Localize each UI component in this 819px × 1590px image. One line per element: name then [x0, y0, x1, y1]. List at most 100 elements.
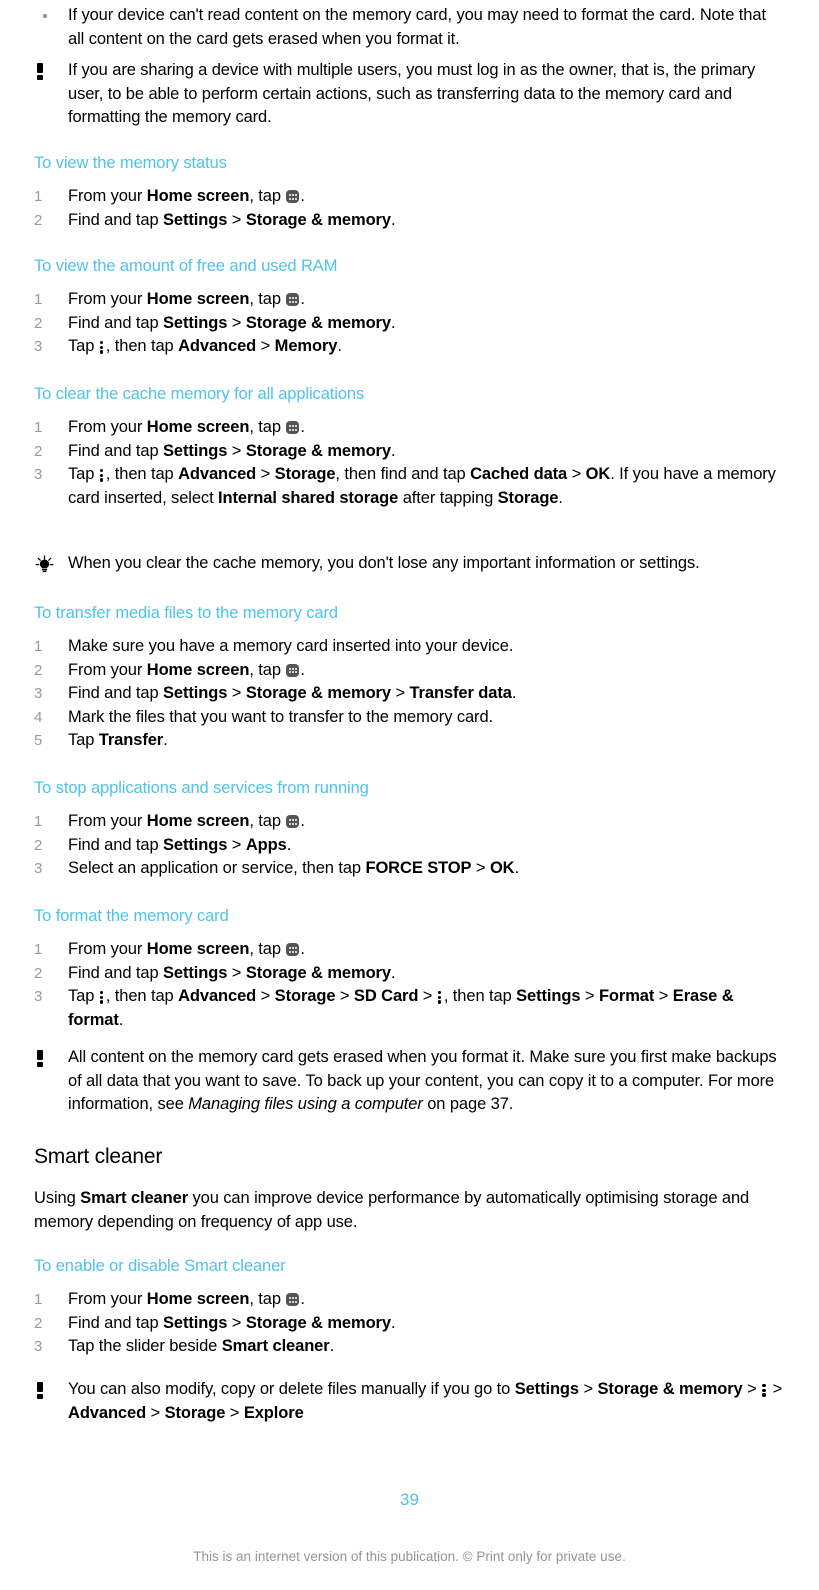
step-text: From your Home screen, tap . [68, 812, 305, 830]
emphasis-label: Apps [245, 835, 287, 854]
task-view-memory-status: To view the memory status 1 From your Hom… [34, 152, 785, 232]
list-item: 3 Tap , then tap Advanced > Memory. [34, 335, 785, 359]
step-number: 2 [34, 661, 43, 679]
app-drawer-icon [286, 1293, 300, 1306]
steps-list: 1 From your Home screen, tap . 2 Find and t… [34, 416, 785, 510]
emphasis-label: Settings [516, 987, 581, 1005]
step-number: 5 [34, 732, 43, 749]
emphasis-label: Storage & memory [245, 210, 391, 229]
emphasis-label: Settings [163, 313, 228, 332]
emphasis-label: Storage [274, 987, 336, 1005]
emphasis-label: Advanced [68, 1403, 147, 1422]
list-item: 1 From your Home screen, tap . [34, 810, 785, 834]
list-item: 1 From your Home screen, tap . [34, 288, 785, 312]
emphasis-label: Home screen [146, 660, 250, 679]
emphasis-label: Settings [163, 835, 228, 854]
emphasis-label: Explore [243, 1403, 304, 1422]
step-number: 3 [34, 988, 43, 1005]
emphasis-label: Format [598, 987, 655, 1005]
note-multiple-users-text: If you are sharing a device with multipl… [68, 61, 756, 126]
list-item: 2 Find and tap Settings > Storage & memor… [34, 1312, 785, 1336]
list-item: 3 Tap , then tap Advanced > Storage, then… [34, 463, 785, 510]
steps-list: 1 From your Home screen, tap . 2 Find and t… [34, 288, 785, 359]
step-text: Tap Transfer. [68, 731, 168, 749]
task-toggle-smart-cleaner: To enable or disable Smart cleaner 1 From… [34, 1255, 785, 1359]
overflow-menu-icon [99, 990, 104, 1004]
step-number: 1 [34, 419, 43, 436]
steps-list: 1 From your Home screen, tap . 2 Find and t… [34, 185, 785, 232]
step-text: Tap the slider beside Smart cleaner. [68, 1337, 335, 1355]
emphasis-label: Storage & memory [245, 684, 391, 702]
emphasis-label: Storage & memory [245, 313, 391, 332]
exclamation-note-icon [34, 1046, 62, 1075]
step-text: From your Home screen, tap . [68, 418, 305, 436]
step-number: 2 [34, 964, 43, 982]
emphasis-label: Advanced [178, 337, 257, 355]
step-number: 2 [34, 836, 43, 854]
emphasis-label: Cached data [470, 465, 568, 483]
emphasis-label: Settings [163, 441, 228, 460]
step-text: Select an application or service, then t… [68, 859, 519, 877]
emphasis-label: Storage & memory [245, 441, 391, 460]
emphasis-label: Settings [163, 963, 228, 982]
task-stop-applications: To stop applications and services from r… [34, 777, 785, 881]
step-number: 1 [34, 188, 43, 205]
lightbulb-tip-icon [34, 552, 62, 574]
step-text: Find and tap Settings > Storage & memory… [68, 684, 517, 702]
task-title: To view the memory status [34, 154, 227, 172]
list-item: 2 From your Home screen, tap . [34, 659, 785, 683]
list-item: 2 Find and tap Settings > Storage & memor… [34, 209, 785, 233]
step-text: Find and tap Settings > Storage & memory… [68, 963, 396, 982]
task-title: To transfer media files to the memory ca… [34, 604, 338, 622]
app-drawer-icon [286, 943, 300, 956]
emphasis-label: SD Card [353, 987, 419, 1005]
step-text: Find and tap Settings > Apps. [68, 835, 292, 854]
note-manual-files-text: You can also modify, copy or delete file… [68, 1380, 783, 1422]
smart-cleaner-description: Using Smart cleaner you can improve devi… [34, 1189, 750, 1231]
emphasis-label: Internal shared storage [218, 488, 399, 507]
task-title: To format the memory card [34, 907, 229, 925]
exclamation-note-icon [34, 1378, 62, 1407]
bullet-format-card: If your device can't read content on the… [34, 4, 785, 51]
overflow-menu-icon [99, 468, 104, 482]
task-title: To stop applications and services from r… [34, 779, 369, 797]
app-drawer-icon [286, 663, 300, 677]
note-format-erases-text: All content on the memory card gets eras… [68, 1048, 777, 1113]
task-title: To clear the cache memory for all applic… [34, 385, 365, 403]
emphasis-label: Home screen [146, 940, 250, 958]
emphasis-label: Transfer data [409, 684, 512, 702]
emphasis-label: Transfer [98, 731, 164, 749]
list-item: 5 Tap Transfer. [34, 729, 785, 753]
step-number: 1 [34, 941, 43, 958]
list-item: 3 Tap , then tap Advanced > Storage > SD … [34, 985, 785, 1032]
emphasis-label: Home screen [146, 418, 250, 436]
emphasis-label: Home screen [146, 1290, 250, 1308]
list-item: 3 Find and tap Settings > Storage & memor… [34, 682, 785, 706]
step-number: 2 [34, 442, 43, 460]
bullet-dot-icon [34, 4, 62, 28]
list-item: 4 Mark the files that you want to transfe… [34, 706, 785, 730]
steps-list: 1 From your Home screen, tap . 2 Find and t… [34, 1288, 785, 1359]
list-item: 3 Select an application or service, then … [34, 857, 785, 881]
list-item: 1 From your Home screen, tap . [34, 416, 785, 440]
app-drawer-icon [286, 815, 300, 828]
emphasis-label: Smart cleaner [221, 1337, 330, 1355]
step-text: Make sure you have a memory card inserte… [68, 637, 514, 655]
app-drawer-icon [286, 293, 300, 306]
step-text: Find and tap Settings > Storage & memory… [68, 1313, 396, 1332]
step-number: 1 [34, 638, 43, 655]
step-text: From your Home screen, tap . [68, 660, 305, 679]
step-text: Tap , then tap Advanced > Storage > SD C… [68, 987, 734, 1029]
step-text: From your Home screen, tap . [68, 1290, 305, 1308]
step-number: 1 [34, 1291, 43, 1308]
list-item: 1 Make sure you have a memory card insert… [34, 635, 785, 659]
emphasis-label: Memory [274, 337, 338, 355]
step-text: Find and tap Settings > Storage & memory… [68, 441, 396, 460]
list-item: 1 From your Home screen, tap . [34, 1288, 785, 1312]
emphasis-label: FORCE STOP [365, 859, 472, 877]
step-text: Tap , then tap Advanced > Storage, then … [68, 465, 776, 507]
task-format-memory-card: To format the memory card 1 From your Hom… [34, 905, 785, 1032]
step-number: 2 [34, 314, 43, 332]
cross-reference: Managing files using a computer [188, 1095, 423, 1113]
list-item: 3 Tap the slider beside Smart cleaner. [34, 1335, 785, 1359]
